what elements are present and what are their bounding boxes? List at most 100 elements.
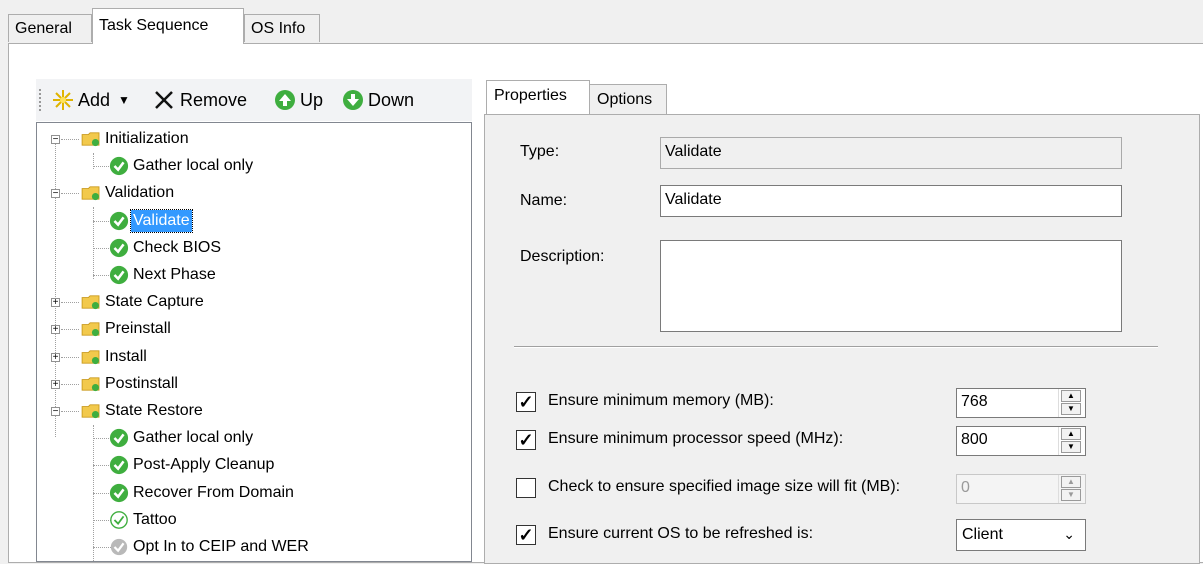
tree-step-node[interactable]: Validate [37,208,467,235]
expand-icon[interactable]: + [51,298,60,308]
folder-icon [81,132,100,147]
tab-general[interactable]: General [8,14,92,42]
numeric-spinner[interactable]: 800 ▲ ▼ [956,426,1086,456]
tree-node-label: Tattoo [133,510,177,528]
tree-node-label: Install [105,347,147,365]
tree-connector [61,411,79,412]
tree-step-node[interactable]: Opt In to CEIP and WER [37,535,467,561]
tree-step-node[interactable]: Check BIOS [37,236,467,262]
description-field[interactable] [660,240,1122,332]
tab-properties[interactable]: Properties [486,80,590,114]
tree-connector [61,383,79,385]
type-field: Validate [660,137,1122,169]
description-label: Description: [520,248,605,265]
spinner-buttons: ▲ ▼ [1058,427,1085,455]
spin-up-icon[interactable]: ▲ [1061,476,1081,488]
option-label: Ensure minimum processor speed (MHz): [548,430,844,447]
numeric-spinner[interactable]: 0 ▲ ▼ [956,474,1086,504]
down-arrow-icon [343,90,363,110]
option-label: Ensure minimum memory (MB): [548,392,774,409]
tree-group-node[interactable]: + State Capture [37,290,467,316]
check-circle-icon [109,456,129,475]
tree-node-label: Preinstall [105,320,171,338]
folder-icon [81,377,100,391]
folder-icon [81,186,100,201]
tree-group-node[interactable]: + Preinstall [37,317,467,343]
tree-node-label: State Restore [105,402,203,419]
select-value: Client [962,526,1003,543]
numeric-spinner[interactable]: 768 ▲ ▼ [956,388,1086,418]
spin-down-icon[interactable]: ▼ [1061,489,1081,501]
spinner-value: 800 [961,431,988,448]
tree-group-node[interactable]: − Initialization [37,127,467,153]
expand-icon[interactable]: + [51,379,60,389]
tree-step-node[interactable]: Gather local only [37,426,467,452]
os-type-select[interactable]: Client ⌄ [956,519,1086,551]
expand-icon[interactable]: + [51,325,60,335]
tree-connector [61,302,79,304]
option-checkbox[interactable]: ✓ [516,392,536,412]
tab-task-sequence[interactable]: Task Sequence [92,8,244,44]
tab-os-info[interactable]: OS Info [244,14,320,42]
spin-up-icon[interactable]: ▲ [1061,428,1081,440]
spin-down-icon[interactable]: ▼ [1061,403,1081,415]
tree-node-label: Gather local only [133,157,254,175]
tree-connector [61,329,79,331]
folder-icon [81,349,100,364]
tree-connector [61,139,79,140]
folder-icon [81,404,100,419]
tree-step-node[interactable]: Post-Apply Cleanup [37,453,467,479]
task-sequence-toolbar: Add ▼ Remove Up Down [36,79,472,121]
tree-group-node[interactable]: − Validation [37,181,467,207]
down-label: Down [368,90,415,110]
check-circle-icon [110,510,128,529]
name-field[interactable]: Validate [660,185,1122,217]
option-checkbox[interactable] [516,478,536,498]
tree-step-node[interactable]: Next Phase [37,263,467,289]
tree-step-node[interactable]: Tattoo [37,508,467,534]
task-sequence-tree[interactable]: − Initialization Gather local only − Validat… [36,122,472,562]
check-circle-icon [109,483,129,502]
separator [514,346,1158,348]
remove-label: Remove [180,90,248,110]
tree-node-label: Postinstall [105,374,178,392]
check-circle-icon [109,429,129,448]
properties-panel [484,114,1200,564]
name-label: Name: [520,192,568,209]
add-label: Add [78,90,111,110]
spin-up-icon[interactable]: ▲ [1061,390,1081,402]
tree-step-node[interactable]: Recover From Domain [37,481,467,507]
spin-down-icon[interactable]: ▼ [1061,441,1081,453]
tree-node-label: Initialization [105,130,189,147]
check-circle-icon [109,157,129,176]
option-checkbox[interactable]: ✓ [516,430,536,450]
option-checkbox[interactable]: ✓ [516,525,536,545]
check-circle-icon [109,265,129,285]
up-label: Up [300,90,324,110]
collapse-icon[interactable]: − [51,135,60,145]
spinner-value: 768 [961,393,988,410]
tree-node-label: Validate [130,208,193,233]
check-circle-icon [109,238,129,257]
tree-node-label: Post-Apply Cleanup [133,456,275,474]
chevron-down-icon[interactable]: ▼ [118,87,130,113]
tree-group-node[interactable]: + Postinstall [37,372,467,398]
folder-icon [81,322,100,337]
tree-group-node[interactable]: − State Restore [37,399,467,425]
collapse-icon[interactable]: − [51,189,60,199]
check-circle-icon [109,211,129,230]
option-label: Check to ensure specified image size wil… [548,478,901,495]
tree-node-label: Validation [105,184,175,202]
collapse-icon[interactable]: − [51,407,60,417]
tab-options[interactable]: Options [589,84,667,114]
folder-icon [81,295,100,310]
expand-icon[interactable]: + [51,352,60,362]
tree-node-label: Next Phase [133,266,216,283]
spinner-value: 0 [961,479,970,496]
tree-node-label: Check BIOS [133,238,222,256]
tree-group-node[interactable]: + Install [37,345,467,371]
remove-x-icon [155,91,173,109]
tree-step-node[interactable]: Gather local only [37,154,467,180]
disabled-step-icon [110,538,128,556]
toolbar-grip[interactable] [39,89,41,111]
